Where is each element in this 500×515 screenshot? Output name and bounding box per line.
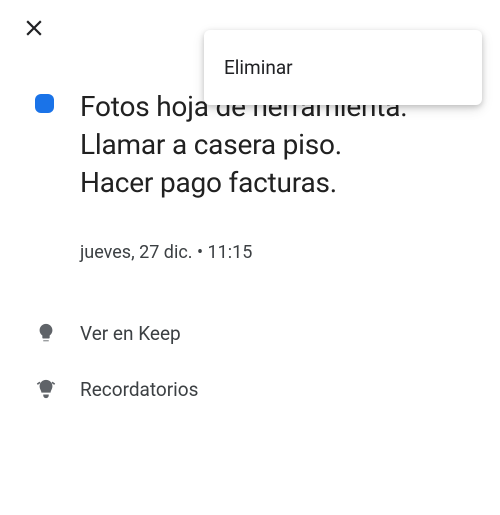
- lightbulb-icon: [20, 322, 80, 344]
- close-icon: [21, 15, 47, 45]
- reminders-icon: [20, 378, 80, 400]
- close-button[interactable]: [20, 16, 48, 44]
- reminder-datetime: jueves, 27 dic. • 11:15: [80, 242, 480, 263]
- details-rows: Ver en Keep Recordatorios: [0, 305, 500, 417]
- overflow-menu: Eliminar: [204, 30, 482, 105]
- view-in-keep-label: Ver en Keep: [80, 322, 181, 345]
- reminder-title: Fotos hoja de herramienta.Llamar a caser…: [80, 88, 480, 202]
- reminder-content: Fotos hoja de herramienta.Llamar a caser…: [0, 88, 500, 263]
- reminders-row[interactable]: Recordatorios: [0, 361, 500, 417]
- reminder-color-marker: [35, 94, 54, 113]
- view-in-keep-row[interactable]: Ver en Keep: [0, 305, 500, 361]
- delete-menu-item[interactable]: Eliminar: [204, 42, 482, 93]
- reminders-label: Recordatorios: [80, 378, 198, 401]
